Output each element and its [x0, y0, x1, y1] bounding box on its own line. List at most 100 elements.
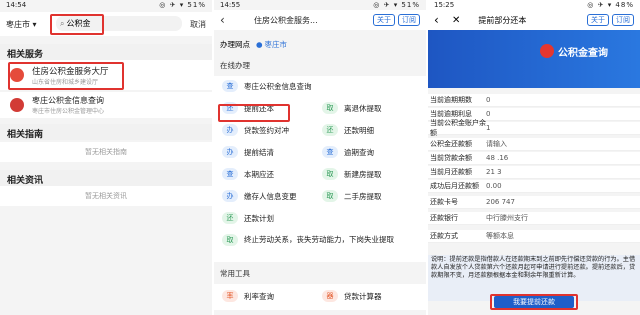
back-icon[interactable]: ‹ [434, 13, 446, 27]
location-icon: ● [256, 39, 263, 49]
field-value: 21 3 [486, 168, 502, 176]
service-item[interactable]: 办提前结清 [222, 146, 274, 158]
screenshot-collage: 14:54 ◎ ✈ ▾ 51% 枣庄市 ▾ ⌕ 公积金 取消 相关服务 住房公积… [0, 0, 640, 315]
status-bar: 14:55 ◎ ✈ ▾ 51% [214, 0, 426, 10]
field-label: 当前贷款余额 [430, 154, 472, 162]
about-button[interactable]: 关于 [587, 14, 609, 26]
field-label: 当前逾期期数 [430, 96, 472, 104]
service-item[interactable]: 取新建房提取 [322, 168, 382, 180]
tool-loan-calculator[interactable]: 器贷款计算器 [322, 290, 382, 302]
banner: 公积金查询 [428, 30, 640, 88]
service-label: 终止劳动关系，丧失劳动能力，下岗失业提取 [244, 235, 394, 244]
office-row[interactable]: 办理网点 ● 枣庄市 [214, 36, 426, 52]
service-type-icon: 查 [222, 80, 238, 92]
highlight-prepay [218, 104, 290, 122]
status-icons: ◎ ✈ ▾ 48% [587, 1, 634, 9]
status-time: 14:54 [6, 1, 27, 9]
prepayment-screen: 15:25 ◎ ✈ ▾ 48% ‹ ✕ 提前部分还本 关于 订阅 公积金查询 当… [428, 0, 640, 315]
page-title: 住房公积金服务... [254, 15, 318, 25]
header: ‹ ✕ 提前部分还本 关于 订阅 [428, 10, 640, 30]
service-type-icon: 取 [322, 190, 338, 202]
section-tools: 常用工具 [220, 269, 250, 278]
office-label: 办理网点 [220, 39, 250, 49]
header: ‹ 住房公积金服务... 关于 订阅 [214, 10, 426, 30]
form-row: 当前逾期期数 0 [428, 94, 640, 107]
field-value: 48 .16 [486, 154, 509, 162]
service-label: 枣庄公积金信息查询 [244, 81, 312, 91]
service-label: 提前结清 [244, 147, 274, 157]
about-button[interactable]: 关于 [373, 14, 395, 26]
service-title: 枣庄公积金信息查询 [32, 96, 104, 105]
service-label: 贷款签约对冲 [244, 125, 289, 135]
field-value: 0 [486, 110, 491, 118]
field-label: 成功后月还款额 [430, 182, 479, 190]
status-bar: 15:25 ◎ ✈ ▾ 48% [428, 0, 640, 10]
service-type-icon: 查 [322, 146, 338, 158]
service-label: 二手房提取 [344, 191, 382, 201]
service-item[interactable]: 还还款计划 [222, 212, 274, 224]
field-label: 还款卡号 [430, 198, 458, 206]
service-type-icon: 取 [322, 168, 338, 180]
page-title: 提前部分还本 [478, 15, 527, 25]
service-type-icon: 办 [222, 190, 238, 202]
highlight-submit [490, 294, 578, 310]
section-related-guides: 相关指南 [0, 124, 212, 140]
calculator-icon: 器 [322, 290, 338, 302]
banner-title: 公积金查询 [558, 48, 608, 59]
service-label: 新建房提取 [344, 169, 382, 179]
highlight-search-box [50, 14, 104, 35]
form-row: 当前公积金账户余额 1 [428, 119, 640, 137]
tools-row: 率利率查询 器贷款计算器 [214, 284, 426, 310]
status-bar: 14:54 ◎ ✈ ▾ 51% [0, 0, 212, 10]
service-item[interactable]: 取离退休提取 [322, 102, 382, 114]
form-row: 成功后月还款额 0.00 [428, 180, 640, 193]
empty-news: 暂无相关资讯 [0, 186, 212, 206]
service-item[interactable]: 办缴存人信息变更 [222, 190, 297, 202]
service-item[interactable]: 查逾期查询 [322, 146, 374, 158]
service-label: 缴存人信息变更 [244, 191, 297, 201]
search-bar: 枣庄市 ▾ ⌕ 公积金 取消 [0, 12, 212, 36]
close-icon[interactable]: ✕ [452, 15, 460, 26]
status-time: 14:55 [220, 1, 241, 9]
field-label: 还款方式 [430, 232, 458, 240]
service-item[interactable]: 查枣庄公积金信息查询 [222, 80, 312, 92]
service-item-info-query[interactable]: 枣庄公积金信息查询 枣庄市住房公积金管理中心 [0, 92, 212, 118]
service-hall-screen: 14:55 ◎ ✈ ▾ 51% ‹ 住房公积金服务... 关于 订阅 办理网点 … [214, 0, 426, 315]
subscribe-button[interactable]: 订阅 [612, 14, 634, 26]
field-label: 当前月还款额 [430, 168, 472, 176]
city-selector[interactable]: 枣庄市 ▾ [6, 19, 37, 30]
status-icons: ◎ ✈ ▾ 51% [159, 1, 206, 9]
service-item[interactable]: 办贷款签约对冲 [222, 124, 289, 136]
section-online: 在线办理 [220, 61, 250, 70]
section-related-news: 相关资讯 [0, 170, 212, 186]
field-value: 0.00 [486, 182, 502, 190]
service-type-icon: 还 [322, 124, 338, 136]
field-value: 0 [486, 96, 491, 104]
tool-rate-query[interactable]: 率利率查询 [222, 290, 274, 302]
service-label: 还款计划 [244, 213, 274, 223]
service-label: 逾期查询 [344, 147, 374, 157]
subscribe-button[interactable]: 订阅 [398, 14, 420, 26]
status-icons: ◎ ✈ ▾ 51% [373, 1, 420, 9]
back-icon[interactable]: ‹ [220, 13, 234, 27]
field-value: 中行滕州支行 [486, 214, 528, 222]
tool-label: 贷款计算器 [344, 291, 382, 301]
service-item[interactable]: 取终止劳动关系，丧失劳动能力，下岗失业提取 [222, 234, 418, 246]
search-results-screen: 14:54 ◎ ✈ ▾ 51% 枣庄市 ▾ ⌕ 公积金 取消 相关服务 住房公积… [0, 0, 212, 315]
service-label: 本期应还 [244, 169, 274, 179]
service-type-icon: 办 [222, 124, 238, 136]
service-item[interactable]: 还还款明细 [322, 124, 374, 136]
field-label: 还款银行 [430, 214, 458, 222]
service-item[interactable]: 取二手房提取 [322, 190, 382, 202]
service-label: 离退休提取 [344, 103, 382, 113]
service-type-icon: 取 [222, 234, 238, 246]
empty-guides: 暂无相关指南 [0, 142, 212, 162]
logo-icon [540, 44, 554, 58]
service-item[interactable]: 查本期应还 [222, 168, 274, 180]
field-value: 等额本息 [486, 232, 514, 240]
form-row: 还款银行 中行滕州支行 [428, 212, 640, 225]
office-city: 枣庄市 [264, 39, 288, 49]
form-row: 还款卡号 206 747 [428, 196, 640, 209]
cancel-button[interactable]: 取消 [190, 19, 206, 30]
service-subtitle: 枣庄市住房公积金管理中心 [32, 108, 105, 115]
